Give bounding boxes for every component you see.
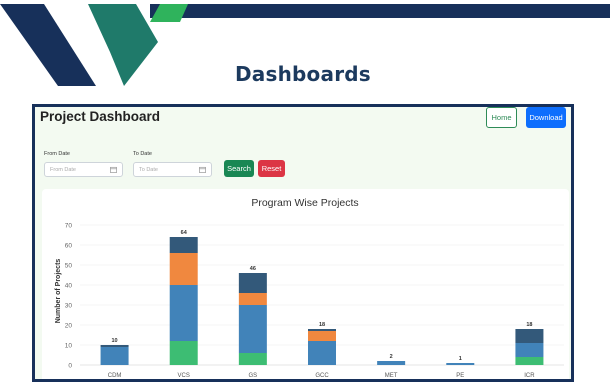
bar-segment-icr-1: [515, 343, 544, 357]
y-tick-label: 70: [65, 223, 73, 230]
bar-segment-vcs-2: [169, 253, 198, 285]
y-tick-label: 0: [68, 363, 72, 370]
from-date-label: From Date: [44, 151, 70, 157]
home-button[interactable]: Home: [486, 107, 517, 128]
to-date-field[interactable]: To Date: [133, 162, 212, 177]
y-axis-label: Number of Projects: [55, 259, 62, 324]
program-wise-chart: Program Wise Projects Number of Projects…: [55, 197, 564, 379]
from-date-placeholder: From Date: [50, 166, 76, 173]
bar-total-label: 64: [181, 230, 188, 236]
x-tick-label: ICR: [524, 373, 535, 379]
bar-segment-gcc-2: [308, 331, 336, 341]
bar-segment-gcc-3: [308, 329, 336, 331]
y-tick-label: 60: [65, 243, 73, 250]
reset-button[interactable]: Reset: [258, 160, 285, 177]
bar-segment-vcs-0: [169, 341, 198, 365]
bar-segment-pe-1: [446, 363, 475, 365]
bar-total-label: 18: [526, 322, 532, 328]
y-tick-label: 40: [65, 283, 73, 290]
bar-segment-cdm-1: [100, 347, 129, 365]
program-wise-chart-card: Program Wise Projects Number of Projects…: [42, 189, 569, 379]
search-button[interactable]: Search: [224, 160, 254, 177]
calendar-icon[interactable]: [110, 166, 117, 173]
bar-segment-gcc-1: [308, 341, 336, 365]
dashboard-title: Project Dashboard: [40, 109, 161, 124]
calendar-icon[interactable]: [199, 166, 206, 173]
bar-segment-gs-1: [238, 305, 267, 353]
bar-total-label: 1: [459, 356, 462, 362]
y-tick-label: 50: [65, 263, 73, 270]
y-tick-label: 20: [65, 323, 73, 330]
banner-top-bar: [150, 4, 610, 18]
x-tick-label: GCC: [315, 373, 329, 379]
chart-title: Program Wise Projects: [251, 197, 358, 209]
bar-total-label: 2: [390, 354, 393, 360]
banner-teal-shape: [88, 4, 158, 86]
from-date-field[interactable]: From Date: [44, 162, 123, 177]
bar-segment-vcs-1: [169, 285, 198, 341]
bar-segment-met-1: [377, 361, 406, 365]
x-tick-label: GS: [249, 373, 258, 379]
x-tick-label: VCS: [178, 373, 190, 379]
download-button[interactable]: Download: [526, 107, 566, 128]
bar-segment-icr-0: [515, 357, 544, 365]
bar-segment-cdm-3: [100, 345, 129, 347]
bar-segment-gs-0: [238, 353, 267, 365]
x-tick-label: PE: [456, 373, 464, 379]
y-tick-label: 10: [65, 343, 73, 350]
bar-total-label: 10: [112, 338, 118, 344]
bar-total-label: 46: [250, 266, 256, 272]
bar-segment-vcs-3: [169, 237, 198, 253]
banner-navy-shape: [0, 4, 96, 86]
bar-total-label: 18: [319, 322, 325, 328]
x-tick-label: MET: [385, 373, 398, 379]
dashboard-screenshot: Project Dashboard Home Download From Dat…: [32, 104, 574, 382]
bar-segment-gs-2: [238, 293, 267, 305]
to-date-label: To Date: [133, 151, 152, 157]
x-tick-label: CDM: [108, 373, 122, 379]
bar-segment-gs-3: [238, 273, 267, 293]
y-tick-label: 30: [65, 303, 73, 310]
bar-segment-icr-3: [515, 329, 544, 343]
to-date-placeholder: To Date: [139, 166, 158, 173]
slide-title: Dashboards: [235, 62, 371, 86]
